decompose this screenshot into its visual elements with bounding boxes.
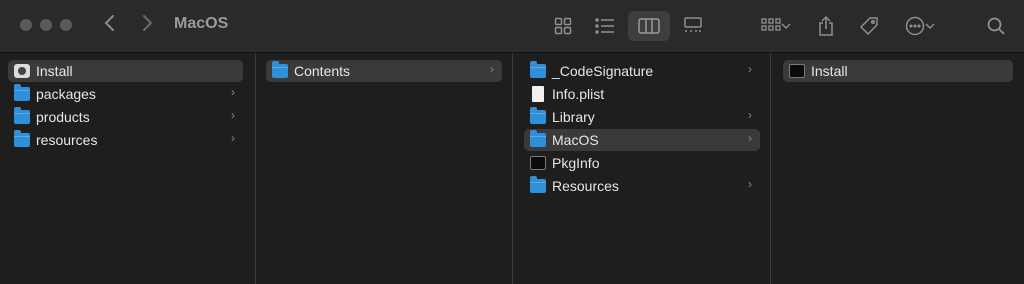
group-by-button[interactable] [755,11,797,41]
icon-view-button[interactable] [548,11,578,41]
file-row[interactable]: products › [8,106,243,128]
minimize-window-button[interactable] [40,19,52,31]
installer-icon [14,64,30,78]
file-label: Library [552,109,595,125]
executable-icon [789,64,805,78]
file-label: Resources [552,178,619,194]
column-view-button[interactable] [628,11,670,41]
grid-icon [554,17,572,35]
file-row[interactable]: _CodeSignature › [524,60,760,82]
file-label: packages [36,86,96,102]
folder-icon [530,107,546,124]
chevron-down-icon [781,23,791,30]
file-label: Contents [294,63,351,79]
share-icon [819,16,833,36]
group-grid-icon [761,18,781,31]
file-row[interactable]: Contents › [266,60,502,82]
file-row[interactable]: Install [783,60,1013,82]
file-label: Info.plist [552,86,605,102]
chevron-left-icon [104,15,114,31]
gallery-icon [684,17,702,32]
file-row[interactable]: PkgInfo [524,152,760,174]
columns-icon [638,18,660,34]
list-icon [595,18,614,34]
folder-icon [530,61,546,78]
folder-icon [530,176,546,193]
file-label: resources [36,132,98,148]
folder-icon [14,107,30,124]
folder-icon [14,130,30,147]
file-label: MacOS [552,132,599,148]
chevron-right-icon: › [748,108,752,122]
column-1: Install packages › products › resources … [0,53,256,284]
chevron-right-icon: › [231,131,235,145]
file-label: PkgInfo [552,155,600,171]
share-button[interactable] [812,11,840,41]
column-4: Install [771,53,1024,284]
tag-icon [859,17,878,36]
search-button[interactable] [982,11,1010,41]
column-2: Contents › [256,53,513,284]
folder-icon [272,61,288,78]
list-view-button[interactable] [590,11,620,41]
chevron-right-icon: › [231,108,235,122]
more-actions-button[interactable] [898,11,942,41]
folder-icon [530,130,546,147]
folder-icon [14,84,30,101]
file-label: Install [36,63,73,79]
chevron-right-icon: › [748,62,752,76]
chevron-right-icon: › [231,85,235,99]
chevron-right-icon: › [490,62,494,76]
chevron-right-icon [143,15,153,31]
file-row[interactable]: resources › [8,129,243,151]
search-icon [987,17,1005,35]
chevron-right-icon: › [748,177,752,191]
executable-icon [530,156,546,170]
ellipsis-circle-icon [905,16,925,36]
zoom-window-button[interactable] [60,19,72,31]
file-row[interactable]: Install [8,60,243,82]
file-row[interactable]: Library › [524,106,760,128]
file-label: _CodeSignature [552,63,654,79]
toolbar: MacOS [0,0,1024,53]
file-label: products [36,109,90,125]
back-button[interactable] [103,13,117,38]
column-3: _CodeSignature › Info.plist Library › Ma… [513,53,771,284]
forward-button[interactable] [140,13,154,38]
close-window-button[interactable] [20,19,32,31]
window-title: MacOS [174,15,229,32]
file-row[interactable]: MacOS › [524,129,760,151]
file-label: Install [811,63,848,79]
document-icon [532,86,544,102]
column-browser: Install packages › products › resources … [0,53,1024,284]
gallery-view-button[interactable] [678,11,708,41]
chevron-down-icon [925,23,935,30]
file-row[interactable]: Resources › [524,175,760,197]
finder-window: MacOS Install packages › products › reso… [0,0,1024,284]
file-row[interactable]: packages › [8,83,243,105]
file-row[interactable]: Info.plist [524,83,760,105]
chevron-right-icon: › [748,131,752,145]
tags-button[interactable] [855,11,883,41]
